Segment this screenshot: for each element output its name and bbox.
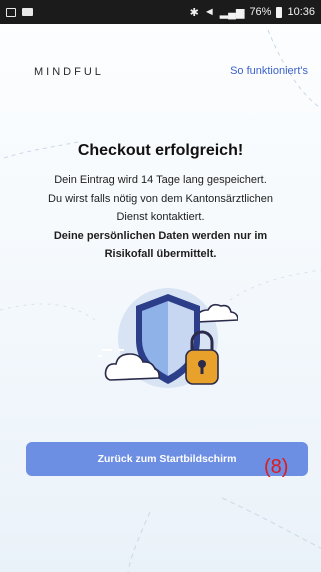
step-number-annotation: (8) bbox=[264, 456, 289, 478]
shield-lock-illustration bbox=[98, 288, 238, 388]
privacy-note-line: Deine persönlichen Daten werden nur im bbox=[53, 229, 268, 242]
sparkle-lines bbox=[98, 349, 124, 357]
app-screen: ✱ ◄ ▂▄▆ 76% 10:36 MINDFUL So funktionier… bbox=[0, 0, 321, 572]
message-line: Dienst kontaktiert. bbox=[116, 211, 205, 223]
message-line: Dein Eintrag wird 14 Tage lang gespeiche… bbox=[54, 174, 267, 186]
privacy-note-line: Risikofall übermittelt. bbox=[104, 248, 217, 260]
confirmation-message: Dein Eintrag wird 14 Tage lang gespeiche… bbox=[8, 171, 313, 264]
mindful-logo: MINDFUL bbox=[34, 66, 104, 78]
message-line: Du wirst falls nötig von dem Kantonsärzt… bbox=[48, 192, 273, 205]
how-it-works-link[interactable]: So funktioniert's bbox=[230, 65, 308, 77]
page-title: Checkout erfolgreich! bbox=[77, 142, 244, 159]
